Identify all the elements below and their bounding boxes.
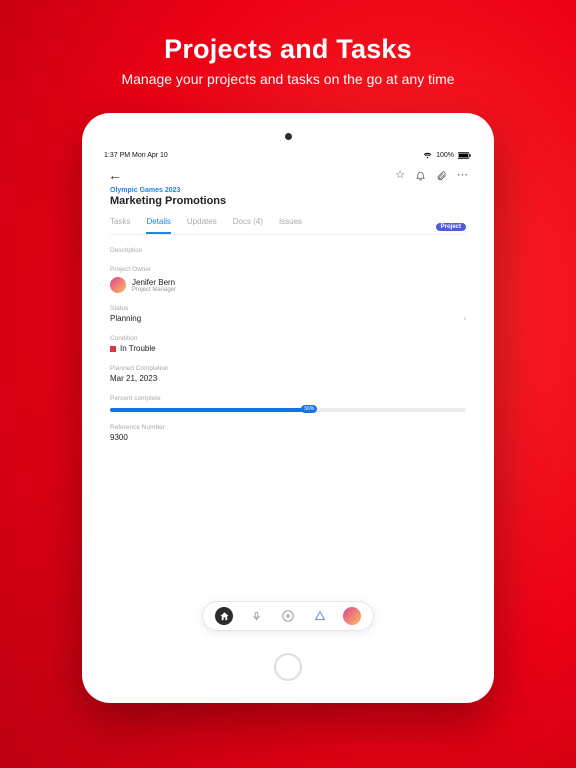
status-battery: 100% — [436, 152, 454, 159]
tabs: Tasks Details Updates Docs (4) Issues — [110, 217, 466, 235]
hero-subtitle: Manage your projects and tasks on the go… — [121, 71, 454, 87]
condition-label: Condition — [110, 335, 466, 342]
owner-avatar — [110, 277, 126, 293]
tab-details[interactable]: Details — [146, 217, 170, 234]
condition-row[interactable]: In Trouble — [110, 344, 466, 353]
dock-home-button[interactable] — [215, 607, 233, 625]
more-icon[interactable]: ⋯ — [457, 170, 468, 181]
battery-icon — [458, 152, 472, 159]
tab-docs[interactable]: Docs (4) — [233, 217, 263, 234]
ref-label: Reference Number — [110, 424, 466, 431]
owner-row[interactable]: Jenifer Bern Project Manager — [110, 277, 466, 293]
status-label: Status — [110, 305, 466, 312]
tab-issues[interactable]: Issues — [279, 217, 302, 234]
hero-title: Projects and Tasks — [121, 34, 454, 65]
device-status-bar: 1:37 PM Mon Apr 10 100% — [98, 150, 478, 161]
device-camera — [285, 133, 292, 140]
owner-role: Project Manager — [132, 287, 176, 293]
tab-tasks[interactable]: Tasks — [110, 217, 130, 234]
status-value: Planning — [110, 314, 141, 323]
percent-label: Percent complete — [110, 395, 466, 402]
app-screen: 1:37 PM Mon Apr 10 100% ← ☆ — [98, 150, 478, 645]
dock-notifications-button[interactable] — [311, 607, 329, 625]
planned-label: Planned Completion — [110, 365, 466, 372]
status-time: 1:37 PM Mon Apr 10 — [104, 152, 168, 159]
tablet-frame: 1:37 PM Mon Apr 10 100% ← ☆ — [82, 113, 494, 703]
condition-value: In Trouble — [120, 344, 156, 353]
owner-label: Project Owner — [110, 266, 466, 273]
dock-add-button[interactable] — [279, 607, 297, 625]
device-home-button[interactable] — [274, 653, 302, 681]
dock-mic-button[interactable] — [247, 607, 265, 625]
wifi-icon — [423, 152, 432, 159]
breadcrumb[interactable]: Olympic Games 2023 — [110, 187, 466, 194]
bell-icon[interactable] — [415, 170, 426, 181]
progress-bar[interactable]: 56% — [110, 408, 466, 412]
ref-value: 9300 — [110, 433, 466, 442]
page-title: Marketing Promotions — [110, 195, 466, 207]
progress-percent-badge: 56% — [301, 405, 317, 413]
attachment-icon[interactable] — [436, 170, 447, 181]
bottom-dock — [202, 601, 374, 631]
description-label: Description — [110, 247, 466, 254]
planned-value: Mar 21, 2023 — [110, 374, 466, 383]
dock-profile-avatar[interactable] — [343, 607, 361, 625]
type-badge: Project — [436, 223, 466, 231]
owner-name: Jenifer Bern — [132, 278, 176, 287]
status-row[interactable]: Planning › — [110, 312, 466, 323]
tab-updates[interactable]: Updates — [187, 217, 217, 234]
chevron-right-icon: › — [463, 313, 466, 323]
star-icon[interactable]: ☆ — [395, 170, 405, 181]
condition-color-icon — [110, 346, 116, 352]
back-button[interactable]: ← — [108, 167, 122, 183]
